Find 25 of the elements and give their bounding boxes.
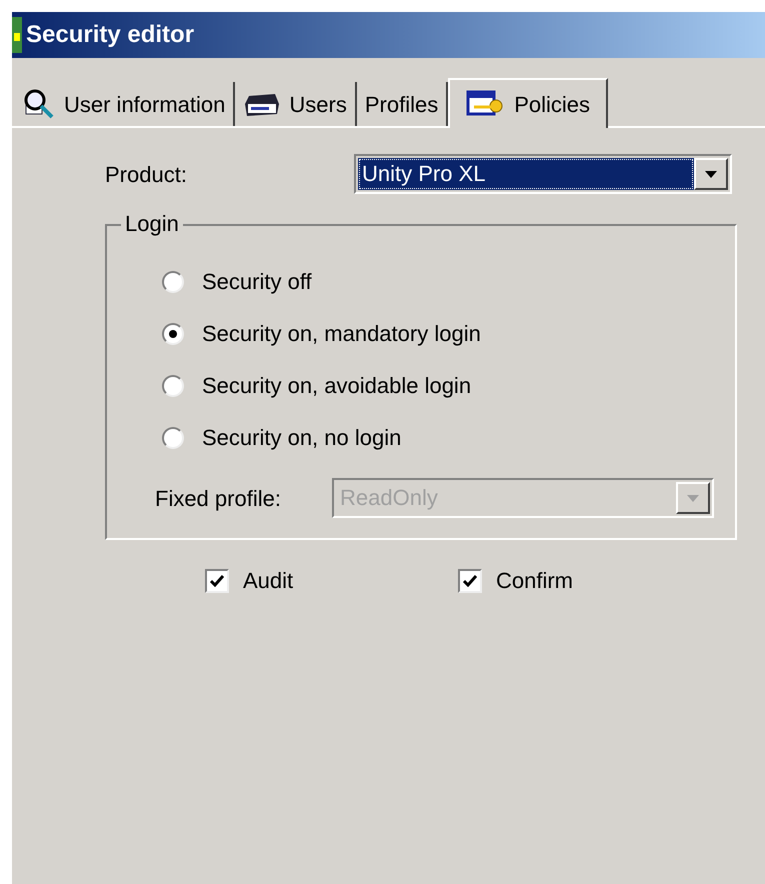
checkbox[interactable] — [205, 568, 229, 592]
radio-option[interactable]: Security on, avoidable login — [162, 372, 735, 400]
radio-option[interactable]: Security on, no login — [162, 424, 735, 452]
radio-button[interactable] — [162, 375, 184, 397]
caret-icon — [687, 494, 699, 502]
fixed-profile-label: Fixed profile: — [155, 484, 282, 513]
product-dropdown[interactable]: Unity Pro XL — [354, 154, 732, 194]
app-icon — [12, 15, 22, 55]
checkbox-option[interactable]: Confirm — [458, 564, 711, 597]
checkbox-option[interactable]: Audit — [205, 564, 458, 597]
radio-option[interactable]: Security off — [162, 268, 735, 296]
tab[interactable]: Policies — [448, 78, 608, 128]
radio-button[interactable] — [162, 427, 184, 449]
magnifier-icon — [22, 88, 56, 120]
radio-button[interactable] — [162, 323, 184, 345]
checkbox[interactable] — [458, 568, 482, 592]
radio-option[interactable]: Security on, mandatory login — [162, 320, 735, 348]
product-label: Product: — [105, 160, 188, 188]
window-title: Security editor — [26, 20, 194, 50]
check-icon — [210, 574, 224, 586]
dropdown-button[interactable] — [694, 158, 728, 190]
combo-value: Unity Pro XL — [358, 158, 694, 190]
caret-icon — [705, 170, 717, 178]
check-icon — [463, 574, 477, 586]
radio-button[interactable] — [162, 271, 184, 293]
